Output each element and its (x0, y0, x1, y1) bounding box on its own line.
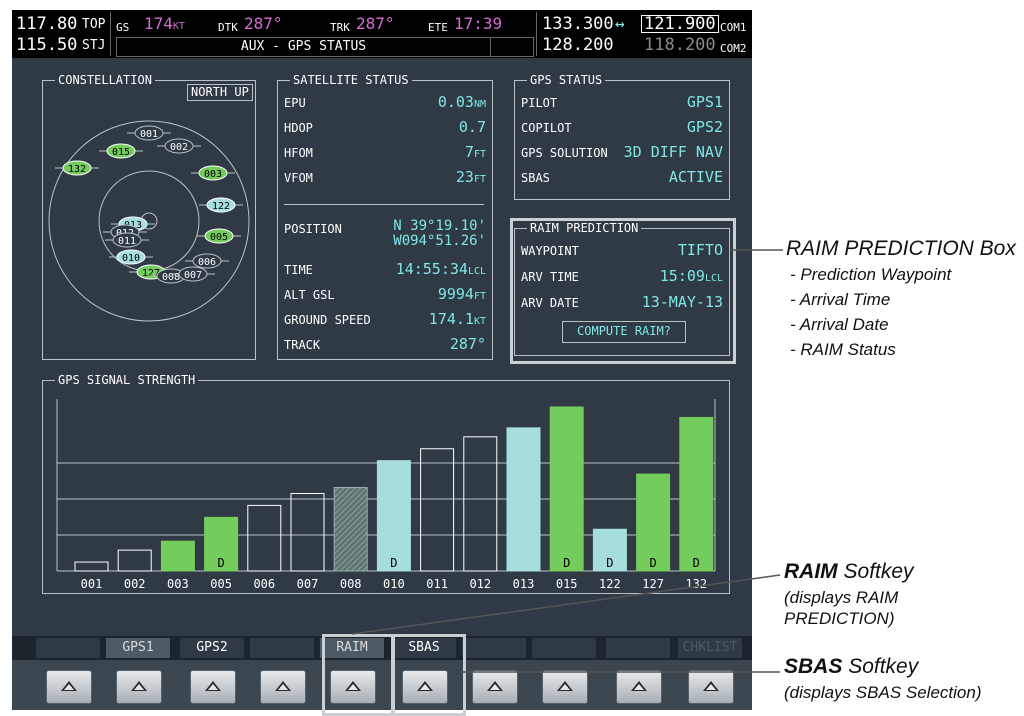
raim-box-annotation-item: - Arrival Date (790, 315, 889, 334)
sbas-softkey-annotation: SBAS Softkey (784, 655, 919, 678)
raim-softkey-description-1: (displays RAIM (784, 588, 899, 607)
raim-softkey-description-2: PREDICTION) (784, 609, 895, 628)
sbas-softkey-description: (displays SBAS Selection) (784, 683, 982, 702)
raim-box-annotation-item: - Arrival Time (790, 290, 891, 309)
raim-softkey-annotation: RAIM Softkey (784, 560, 914, 583)
raim-box-annotation-item: - Prediction Waypoint (790, 265, 952, 284)
raim-softkey-leader (351, 574, 781, 635)
raim-box-annotation-title: RAIM PREDICTION Box (786, 237, 1016, 260)
raim-box-annotation-item: - RAIM Status (790, 340, 896, 359)
